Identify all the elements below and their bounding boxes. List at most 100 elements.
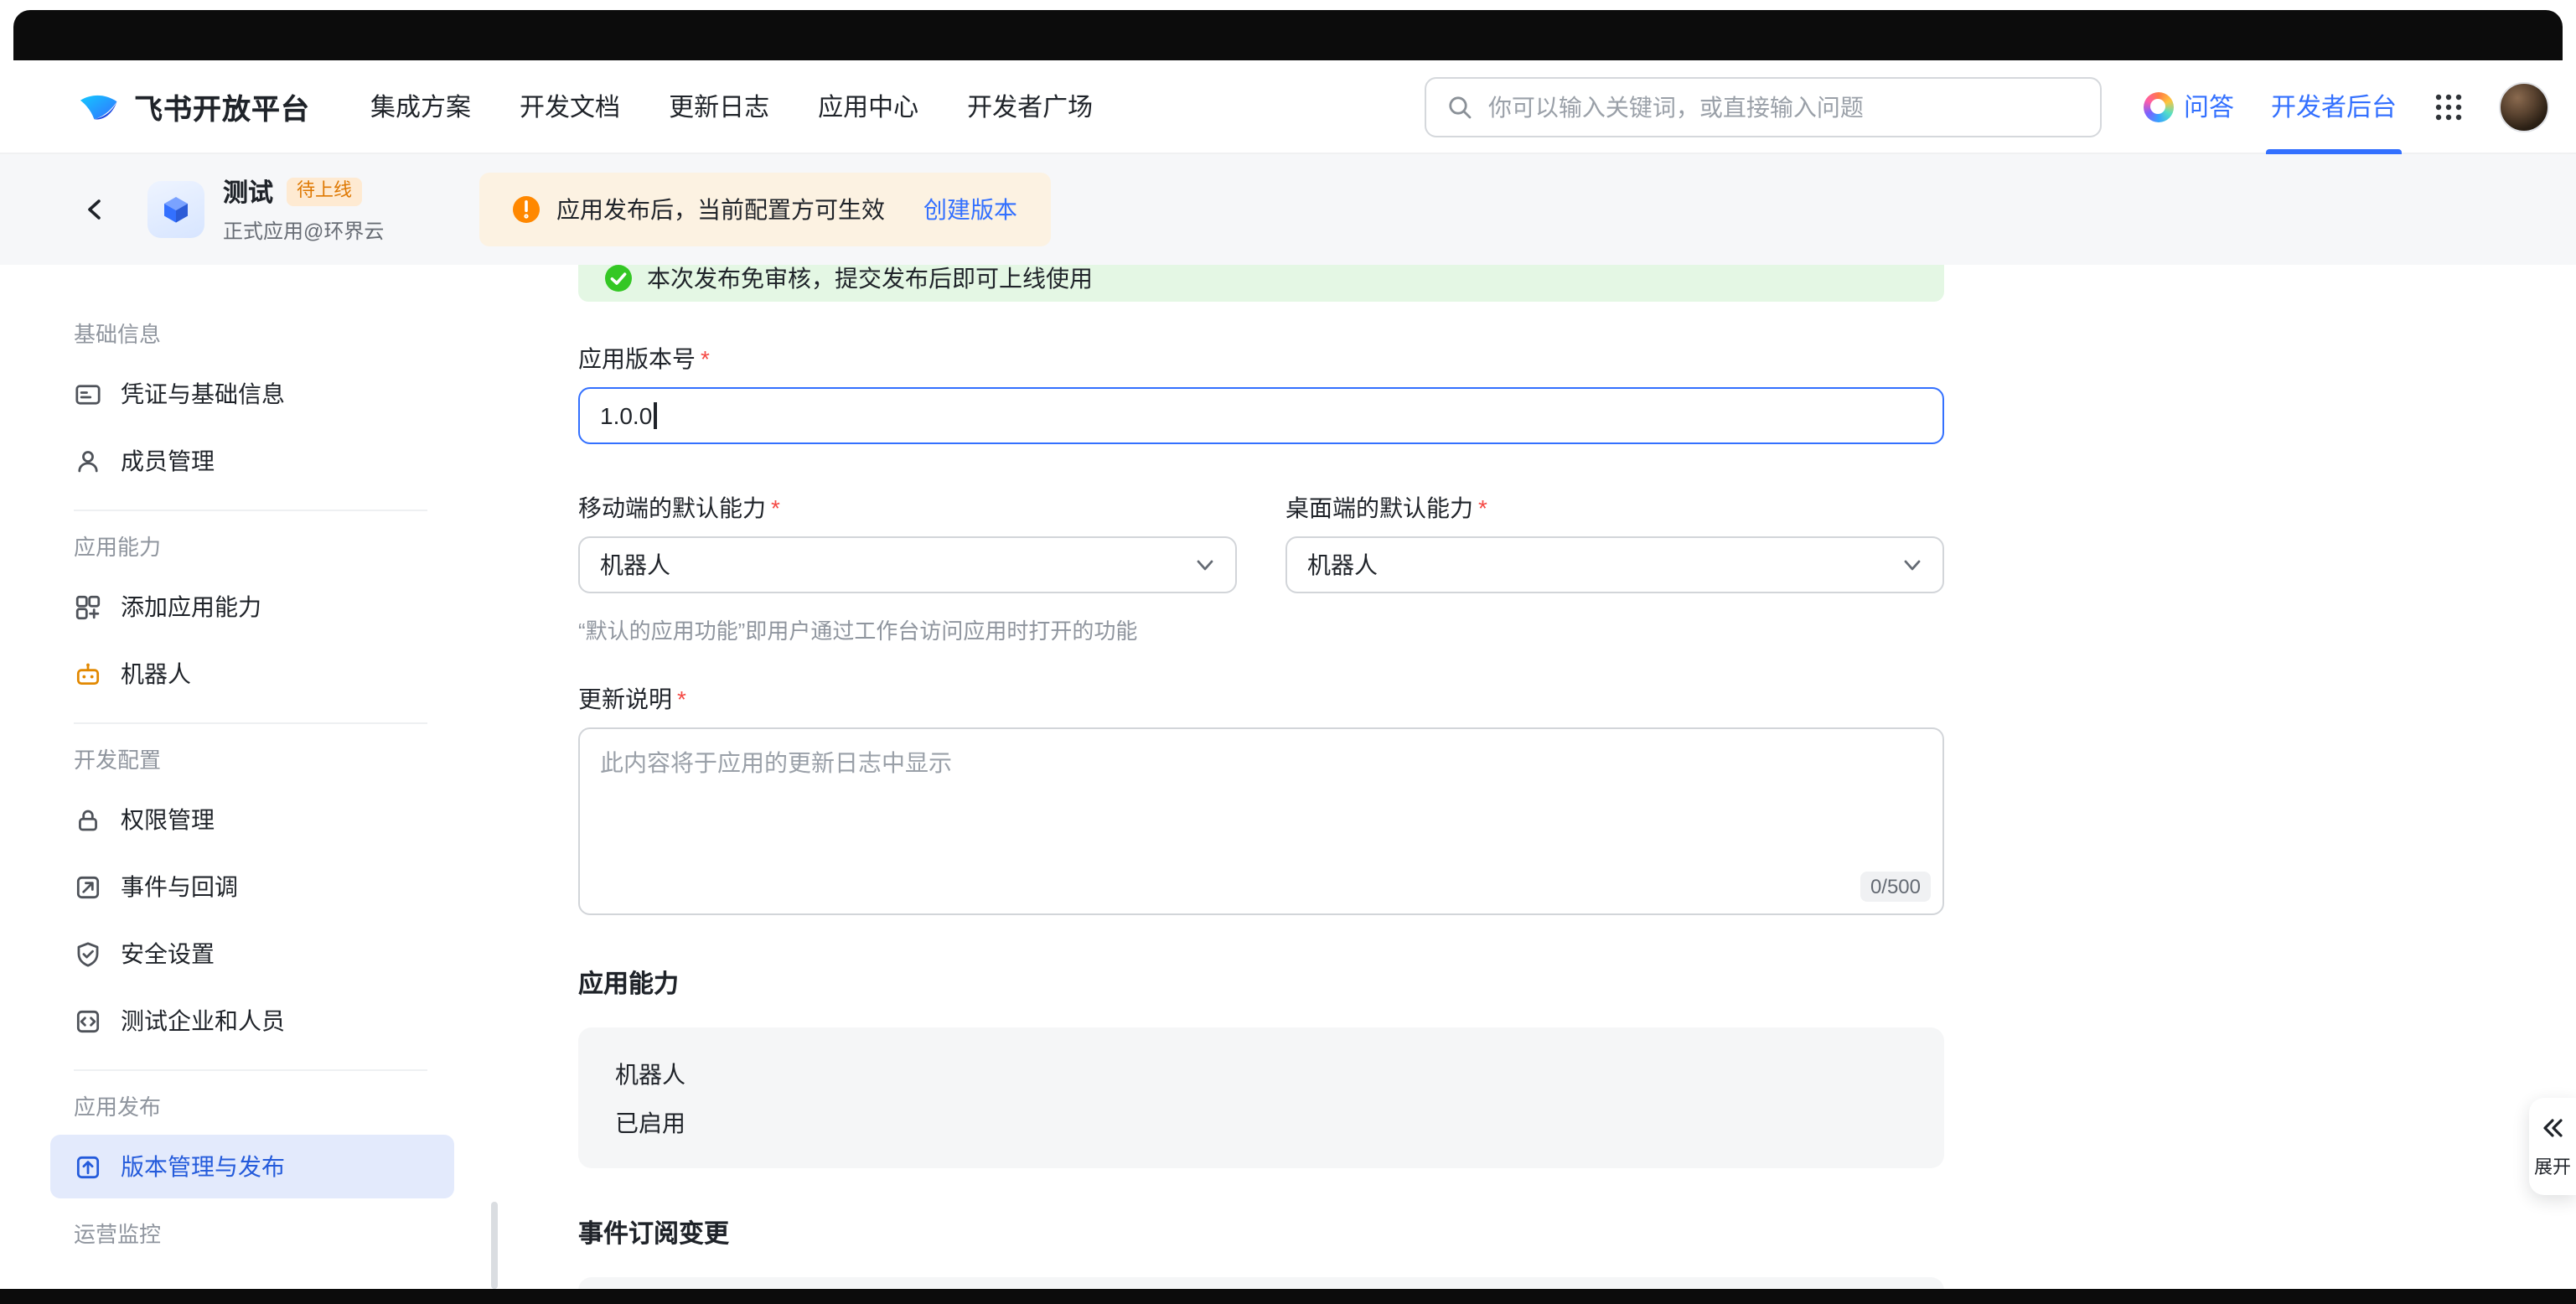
event-subscription-panel — [578, 1277, 1944, 1289]
qa-gradient-icon — [2144, 91, 2174, 122]
permission-icon — [74, 805, 102, 834]
double-chevron-left-icon — [2541, 1116, 2564, 1140]
apps-grid-button[interactable] — [2434, 91, 2464, 122]
nav-item-app-center[interactable]: 应用中心 — [818, 89, 918, 124]
sidebar-section-release: 应用发布 — [74, 1094, 503, 1121]
release-note-field: 0/500 — [578, 727, 1944, 915]
nav-item-dev-plaza[interactable]: 开发者广场 — [967, 89, 1093, 124]
sidebar-item-label: 事件与回调 — [121, 870, 238, 903]
release-note-textarea[interactable] — [578, 727, 1944, 915]
sidebar-section-capabilities: 应用能力 — [74, 535, 503, 561]
developer-console-tab[interactable]: 开发者后台 — [2269, 60, 2398, 153]
qa-button[interactable]: 问答 — [2144, 89, 2234, 124]
sidebar-item-version-release[interactable]: 版本管理与发布 — [50, 1135, 454, 1198]
expand-drawer-button[interactable]: 展开 — [2529, 1098, 2576, 1195]
version-input[interactable]: 1.0.0 — [578, 387, 1944, 444]
sidebar-divider — [74, 1069, 427, 1071]
top-navbar: 飞书开放平台 集成方案 开发文档 更新日志 应用中心 开发者广场 问答 开发者后… — [0, 60, 2576, 154]
release-note-label: 更新说明 * — [578, 686, 1944, 714]
sidebar-item-label: 测试企业和人员 — [121, 1004, 285, 1038]
sidebar-item-bot[interactable]: 机器人 — [50, 642, 454, 706]
alert-text: 应用发布后，当前配置方可生效 — [556, 193, 885, 226]
sidebar-section-dev-config: 开发配置 — [74, 748, 503, 774]
app-meta: 测试 待上线 正式应用@环界云 — [223, 174, 384, 245]
search-input[interactable] — [1488, 93, 2080, 120]
sidebar-item-events[interactable]: 事件与回调 — [50, 855, 454, 918]
sidebar-scrollbar[interactable] — [491, 1202, 498, 1289]
sidebar-section-basic-info: 基础信息 — [74, 322, 503, 349]
app-capability-panel: 机器人 已启用 — [578, 1027, 1944, 1168]
add-capability-icon — [74, 592, 102, 621]
warning-icon — [513, 196, 540, 223]
sidebar-item-security[interactable]: 安全设置 — [50, 922, 454, 986]
mobile-capability-label: 移动端的默认能力 * — [578, 494, 1237, 523]
app-subtitle: 正式应用@环界云 — [223, 216, 384, 245]
sidebar-item-add-capability[interactable]: 添加应用能力 — [50, 575, 454, 639]
capability-status: 已启用 — [615, 1110, 1907, 1138]
success-check-icon — [605, 265, 632, 292]
user-avatar[interactable] — [2499, 81, 2549, 132]
sidebar-item-label: 凭证与基础信息 — [121, 377, 285, 411]
nav-item-integrations[interactable]: 集成方案 — [370, 89, 471, 124]
test-org-icon — [74, 1006, 102, 1035]
grid-icon — [2434, 91, 2464, 122]
window-chrome-top — [13, 10, 2563, 60]
search-box[interactable] — [1425, 76, 2102, 137]
drawer-label: 展开 — [2534, 1153, 2571, 1180]
success-banner: 本次发布免审核，提交发布后即可上线使用 — [578, 265, 1944, 302]
sidebar-item-credentials[interactable]: 凭证与基础信息 — [50, 362, 454, 426]
primary-nav: 集成方案 开发文档 更新日志 应用中心 开发者广场 — [370, 89, 1093, 124]
app-capability-title: 应用能力 — [578, 969, 1944, 1001]
field-label-text: 移动端的默认能力 — [578, 494, 766, 523]
sidebar-item-label: 权限管理 — [121, 803, 215, 836]
version-label: 应用版本号 * — [578, 345, 1944, 374]
app-window: 飞书开放平台 集成方案 开发文档 更新日志 应用中心 开发者广场 问答 开发者后… — [0, 0, 2576, 1304]
sidebar: 基础信息 凭证与基础信息 成员管理 应用能力 — [0, 265, 503, 1289]
required-asterisk: * — [771, 494, 780, 523]
window-chrome-bottom — [0, 1289, 2576, 1304]
status-badge: 待上线 — [287, 178, 362, 206]
capability-name: 机器人 — [615, 1061, 1907, 1089]
security-icon — [74, 939, 102, 968]
event-callback-icon — [74, 872, 102, 901]
create-version-link[interactable]: 创建版本 — [923, 193, 1017, 226]
members-icon — [74, 447, 102, 475]
robot-icon — [74, 660, 102, 688]
brand-link[interactable]: 飞书开放平台 — [77, 85, 310, 128]
sidebar-item-members[interactable]: 成员管理 — [50, 429, 454, 493]
required-asterisk: * — [1478, 494, 1487, 523]
nav-item-changelog[interactable]: 更新日志 — [669, 89, 769, 124]
sidebar-divider — [74, 510, 427, 511]
capability-hint: “默认的应用功能”即用户通过工作台访问应用时打开的功能 — [578, 613, 1944, 645]
text-caret — [654, 402, 656, 429]
required-asterisk: * — [701, 345, 710, 374]
field-label-text: 桌面端的默认能力 — [1285, 494, 1473, 523]
field-label-text: 应用版本号 — [578, 345, 696, 374]
nav-item-docs[interactable]: 开发文档 — [520, 89, 620, 124]
navbar-right-cluster: 问答 开发者后台 — [2144, 60, 2553, 153]
sidebar-item-test-org[interactable]: 测试企业和人员 — [50, 989, 454, 1053]
app-name: 测试 — [223, 174, 273, 210]
event-subscription-title: 事件订阅变更 — [578, 1219, 1944, 1250]
search-icon — [1446, 93, 1473, 120]
publish-alert-banner: 应用发布后，当前配置方可生效 创建版本 — [479, 173, 1051, 246]
required-asterisk: * — [677, 686, 686, 714]
success-banner-text: 本次发布免审核，提交发布后即可上线使用 — [647, 265, 1093, 293]
select-value: 机器人 — [1307, 548, 1378, 582]
mobile-capability-field: 移动端的默认能力 * 机器人 — [578, 494, 1237, 593]
app-icon — [147, 181, 204, 238]
chevron-down-icon — [1902, 555, 1922, 575]
back-button[interactable] — [74, 188, 117, 231]
version-value: 1.0.0 — [600, 402, 652, 429]
sidebar-item-label: 添加应用能力 — [121, 590, 261, 624]
sidebar-item-permissions[interactable]: 权限管理 — [50, 788, 454, 851]
sidebar-section-monitoring: 运营监控 — [74, 1222, 503, 1249]
desktop-capability-select[interactable]: 机器人 — [1285, 536, 1944, 593]
field-label-text: 更新说明 — [578, 686, 672, 714]
console-label: 开发者后台 — [2271, 89, 2397, 124]
select-value: 机器人 — [600, 548, 670, 582]
mobile-capability-select[interactable]: 机器人 — [578, 536, 1237, 593]
desktop-capability-label: 桌面端的默认能力 * — [1285, 494, 1944, 523]
version-release-icon — [74, 1152, 102, 1181]
app-context-header: 测试 待上线 正式应用@环界云 应用发布后，当前配置方可生效 创建版本 — [0, 154, 2576, 265]
